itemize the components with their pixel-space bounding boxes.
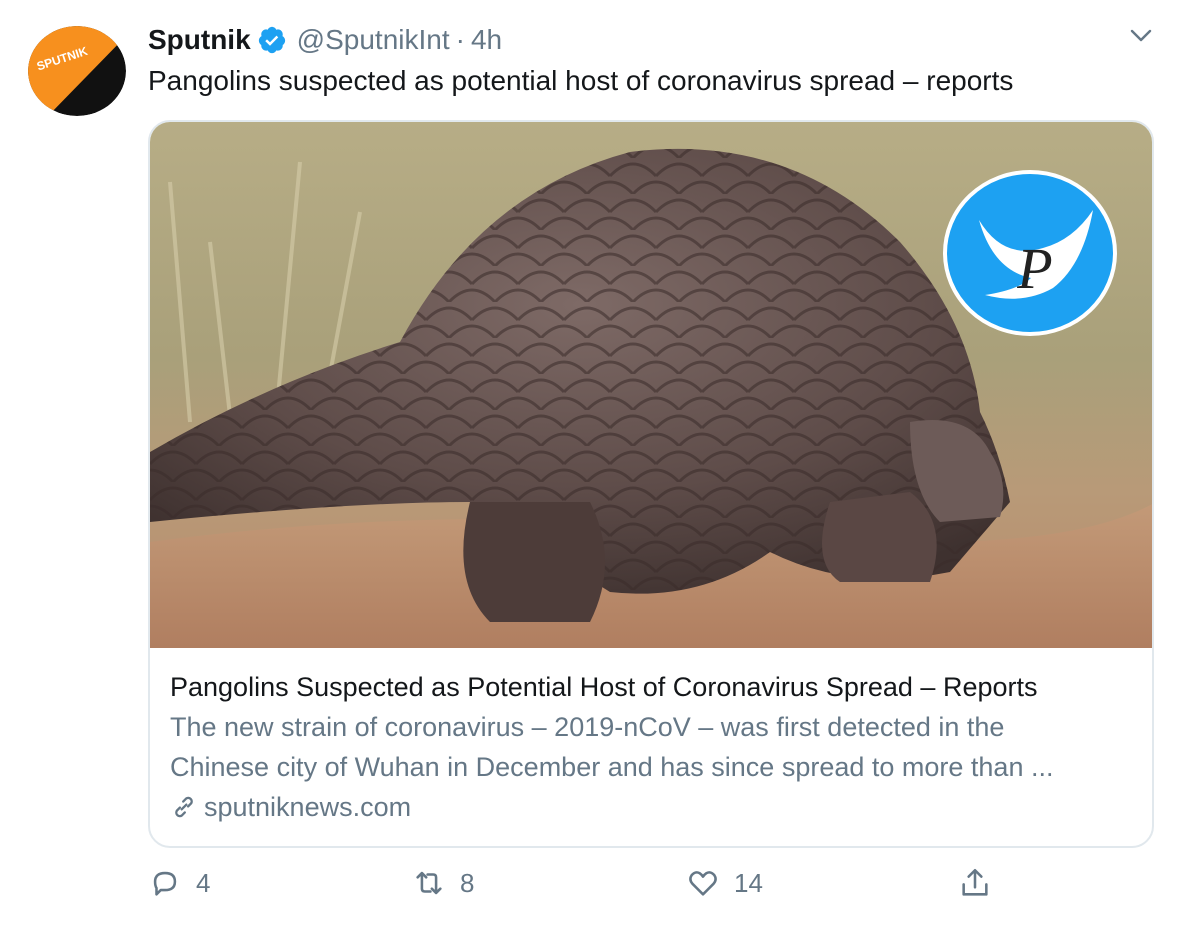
like-button[interactable]: 14 <box>686 866 763 900</box>
retweet-count: 8 <box>460 867 475 898</box>
twitter-watermark-logo: P <box>943 170 1117 336</box>
timestamp[interactable]: 4h <box>471 22 502 58</box>
retweet-icon <box>416 871 442 895</box>
share-icon <box>962 868 988 896</box>
author-name[interactable]: Sputnik <box>148 22 251 58</box>
card-domain-text: sputniknews.com <box>204 792 412 822</box>
card-description-line-1: The new strain of coronavirus – 2019-nCo… <box>170 712 1005 742</box>
card-domain: sputniknews.com <box>170 787 1132 827</box>
reply-icon <box>153 871 177 896</box>
tweet: SPUTNIK Sputnik @SputnikInt · 4h Pangoli… <box>0 0 1200 932</box>
action-bar: 4 8 14 <box>148 866 1008 916</box>
reply-count: 4 <box>196 867 211 898</box>
reply-button[interactable]: 4 <box>148 866 210 900</box>
verified-badge-icon <box>258 26 285 54</box>
chevron-down-icon[interactable] <box>1126 24 1156 46</box>
svg-text:P: P <box>1016 236 1052 301</box>
link-icon <box>175 796 193 818</box>
like-icon <box>689 871 717 896</box>
separator-dot: · <box>455 24 465 55</box>
share-button[interactable] <box>958 866 992 900</box>
card-description-line-2: Chinese city of Wuhan in December and ha… <box>170 752 1054 782</box>
link-card[interactable]: P Pangolins Suspected as Potential Host … <box>148 120 1154 848</box>
author-handle[interactable]: @SputnikInt <box>297 22 450 58</box>
sputnik-logo: SPUTNIK <box>28 26 126 116</box>
tweet-text: Pangolins suspected as potential host of… <box>148 65 1014 96</box>
card-title: Pangolins Suspected as Potential Host of… <box>170 672 1038 702</box>
retweet-button[interactable]: 8 <box>412 866 474 900</box>
card-body: Pangolins Suspected as Potential Host of… <box>170 667 1132 827</box>
avatar[interactable]: SPUTNIK <box>28 26 126 116</box>
like-count: 14 <box>734 867 763 898</box>
tweet-header: Sputnik @SputnikInt · 4h <box>148 22 502 58</box>
